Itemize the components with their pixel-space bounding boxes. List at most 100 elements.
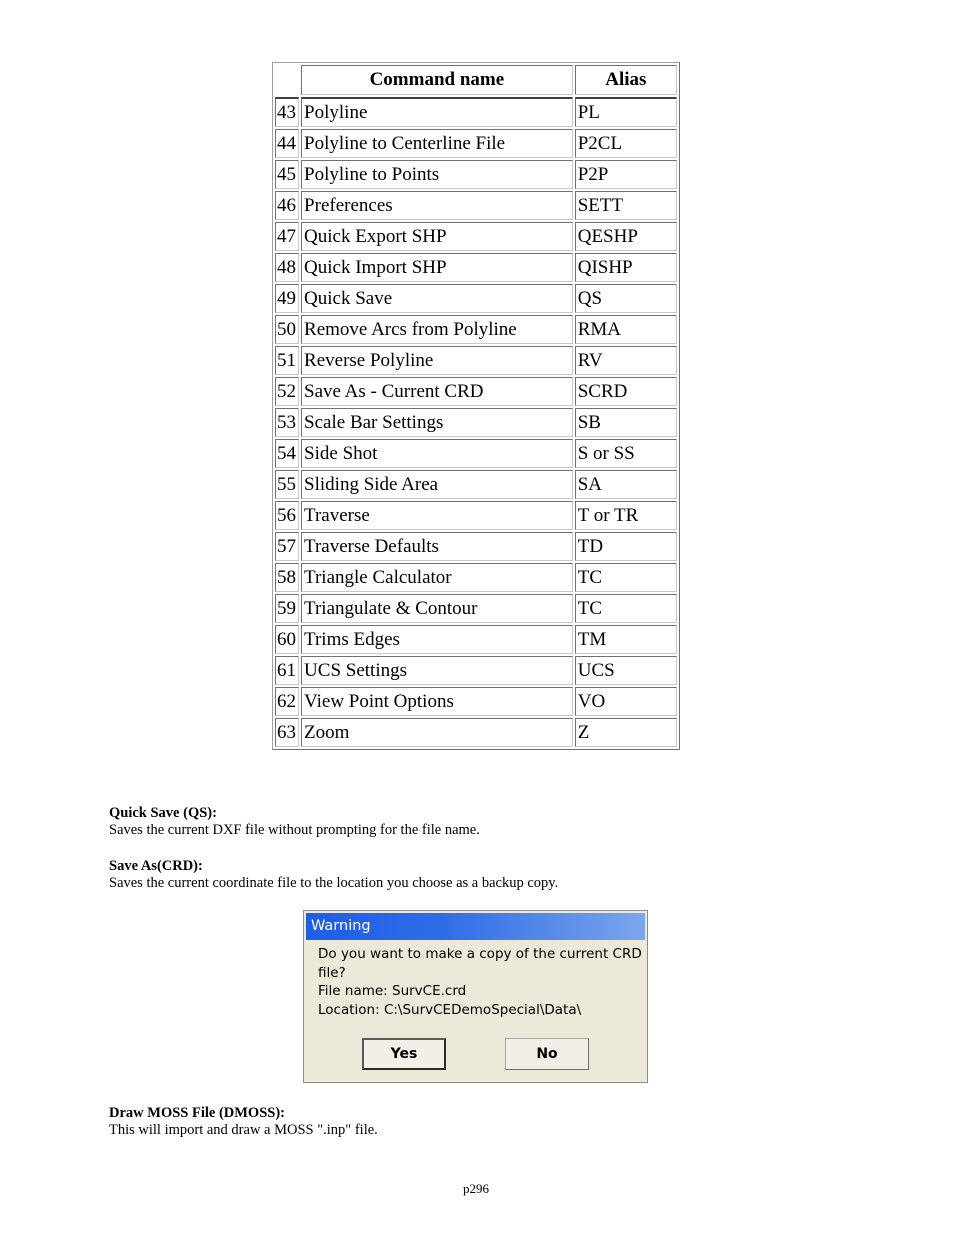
header-command-name: Command name [301,65,573,95]
alias-cell: UCS [574,656,677,685]
table-row: 50 Remove Arcs from Polyline RMA [275,315,677,344]
command-name-cell: Quick Save [301,284,573,313]
command-name-cell: Scale Bar Settings [301,408,573,437]
save-as-section: Save As(CRD): Saves the current coordina… [109,858,558,892]
command-name-cell: Polyline [301,97,573,127]
table-row: 48 Quick Import SHP QISHP [275,253,677,282]
command-name-cell: Traverse Defaults [301,532,573,561]
table-body: 43 Polyline PL 44 Polyline to Centerline Fil… [275,97,677,747]
table-row: 45 Polyline to Points P2P [275,160,677,189]
quick-save-description: Saves the current DXF file without promp… [109,822,480,838]
table-row: 54 Side Shot S or SS [275,439,677,468]
command-name-cell: Reverse Polyline [301,346,573,375]
table-row: 63 Zoom Z [275,718,677,747]
dialog-message-line: Do you want to make a copy of the curren… [318,946,642,962]
command-name-cell: Preferences [301,191,573,220]
dialog-file-name: File name: SurvCE.crd [318,983,467,999]
alias-cell: SCRD [574,377,677,406]
alias-cell: P2P [574,160,677,189]
command-name-cell: Trims Edges [301,625,573,654]
command-name-cell: Quick Import SHP [301,253,573,282]
table-row: 55 Sliding Side Area SA [275,470,677,499]
alias-cell: SETT [574,191,677,220]
command-table-container: Command name Alias 43 Polyline PL 44 Polylin… [272,62,680,750]
row-number: 56 [275,501,300,530]
row-number: 44 [275,129,300,158]
alias-cell: QS [574,284,677,313]
warning-dialog: Warning Do you want to make a copy of th… [303,910,648,1083]
table-row: 59 Triangulate & Contour TC [275,594,677,623]
alias-cell: PL [574,97,677,127]
command-name-cell: Polyline to Points [301,160,573,189]
row-number: 43 [275,97,300,127]
table-row: 43 Polyline PL [275,97,677,127]
no-button[interactable]: No [505,1038,589,1070]
table-row: 49 Quick Save QS [275,284,677,313]
quick-save-heading: Quick Save (QS): [109,805,217,821]
command-name-cell: Save As - Current CRD [301,377,573,406]
table-row: 44 Polyline to Centerline File P2CL [275,129,677,158]
command-name-cell: Quick Export SHP [301,222,573,251]
command-name-cell: Remove Arcs from Polyline [301,315,573,344]
command-name-cell: Polyline to Centerline File [301,129,573,158]
command-name-cell: UCS Settings [301,656,573,685]
row-number: 57 [275,532,300,561]
header-index [275,65,299,95]
table-row: 61 UCS Settings UCS [275,656,677,685]
dialog-message-line: file? [318,964,346,981]
dialog-message: Do you want to make a copy of the curren… [304,940,647,1019]
save-as-heading: Save As(CRD): [109,858,203,874]
dialog-title-bar: Warning [306,913,645,940]
table-row: 57 Traverse Defaults TD [275,532,677,561]
yes-button[interactable]: Yes [362,1038,446,1070]
row-number: 62 [275,687,300,716]
row-number: 53 [275,408,300,437]
row-number: 63 [275,718,300,747]
row-number: 46 [275,191,300,220]
quick-save-section: Quick Save (QS): Saves the current DXF f… [109,805,480,839]
command-name-cell: Side Shot [301,439,573,468]
row-number: 48 [275,253,300,282]
table-header-row: Command name Alias [275,65,677,95]
draw-moss-description: This will import and draw a MOSS ".inp" … [109,1122,378,1138]
alias-cell: SA [574,470,677,499]
command-alias-table: Command name Alias 43 Polyline PL 44 Polylin… [272,62,680,750]
command-name-cell: Zoom [301,718,573,747]
row-number: 61 [275,656,300,685]
alias-cell: QESHP [574,222,677,251]
row-number: 58 [275,563,300,592]
save-as-description: Saves the current coordinate file to the… [109,875,559,891]
command-name-cell: Triangulate & Contour [301,594,573,623]
table-row: 58 Triangle Calculator TC [275,563,677,592]
table-row: 62 View Point Options VO [275,687,677,716]
command-name-cell: View Point Options [301,687,573,716]
alias-cell: QISHP [574,253,677,282]
alias-cell: P2CL [574,129,677,158]
alias-cell: TM [574,625,677,654]
alias-cell: TC [574,594,677,623]
row-number: 49 [275,284,300,313]
alias-cell: TD [574,532,677,561]
row-number: 59 [275,594,300,623]
dialog-location: Location: C:\SurvCEDemoSpecial\Data\ [318,1001,582,1018]
row-number: 51 [275,346,300,375]
table-row: 52 Save As - Current CRD SCRD [275,377,677,406]
alias-cell: Z [574,718,677,747]
row-number: 60 [275,625,300,654]
command-name-cell: Triangle Calculator [301,563,573,592]
row-number: 55 [275,470,300,499]
row-number: 50 [275,315,300,344]
row-number: 45 [275,160,300,189]
table-row: 46 Preferences SETT [275,191,677,220]
page-number: p296 [463,1181,489,1196]
row-number: 47 [275,222,300,251]
row-number: 52 [275,377,300,406]
alias-cell: T or TR [574,501,677,530]
header-alias: Alias [574,65,677,95]
table-row: 53 Scale Bar Settings SB [275,408,677,437]
command-name-cell: Sliding Side Area [301,470,573,499]
draw-moss-heading: Draw MOSS File (DMOSS): [109,1105,285,1121]
draw-moss-section: Draw MOSS File (DMOSS): This will import… [109,1105,378,1139]
alias-cell: RV [574,346,677,375]
alias-cell: S or SS [574,439,677,468]
